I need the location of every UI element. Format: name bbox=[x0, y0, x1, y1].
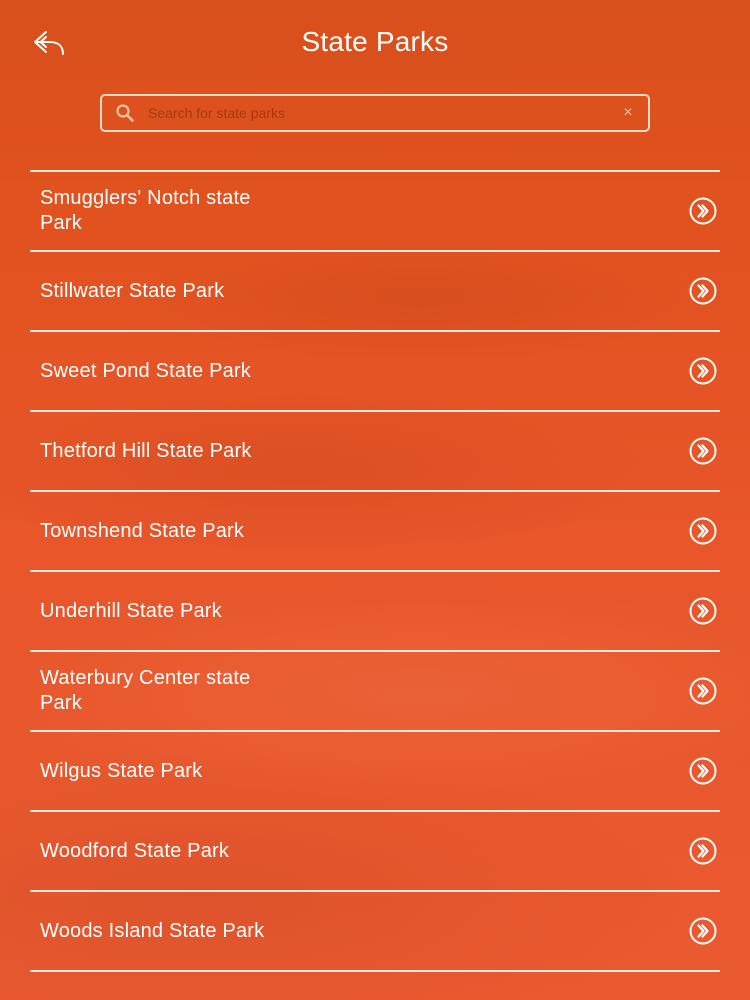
park-name: Smugglers' Notch state Park bbox=[40, 187, 251, 234]
park-list-item[interactable]: Sweet Pond State Park bbox=[30, 332, 720, 412]
search-icon bbox=[114, 102, 136, 124]
park-list-item[interactable]: Woodford State Park bbox=[30, 812, 720, 892]
park-list-item[interactable]: Stillwater State Park bbox=[30, 252, 720, 332]
search-input[interactable] bbox=[148, 105, 616, 121]
park-name: Waterbury Center state Park bbox=[40, 667, 251, 714]
park-list-item[interactable]: Underhill State Park bbox=[30, 572, 720, 652]
parks-list: Smugglers' Notch state Park Stillwater S… bbox=[30, 170, 720, 972]
close-icon: × bbox=[623, 104, 633, 121]
chevron-double-right-icon bbox=[689, 597, 717, 625]
park-list-item[interactable]: Thetford Hill State Park bbox=[30, 412, 720, 492]
clear-search-button[interactable]: × bbox=[616, 101, 640, 125]
park-list-item[interactable]: Waterbury Center state Park bbox=[30, 652, 720, 732]
header: State Parks bbox=[0, 0, 750, 86]
park-name: Woodford State Park bbox=[40, 839, 230, 862]
chevron-double-right-icon bbox=[689, 437, 717, 465]
chevron-double-right-icon bbox=[689, 197, 717, 225]
park-name: Townshend State Park bbox=[40, 519, 245, 542]
park-list-item[interactable]: Smugglers' Notch state Park bbox=[30, 172, 720, 252]
search-bar[interactable]: × bbox=[100, 94, 650, 132]
park-name: Underhill State Park bbox=[40, 599, 222, 622]
park-name: Sweet Pond State Park bbox=[40, 359, 251, 382]
park-list-item[interactable]: Wilgus State Park bbox=[30, 732, 720, 812]
park-list-item[interactable]: Woods Island State Park bbox=[30, 892, 720, 972]
chevron-double-right-icon bbox=[689, 677, 717, 705]
park-name: Thetford Hill State Park bbox=[40, 439, 252, 462]
chevron-double-right-icon bbox=[689, 357, 717, 385]
park-list-item[interactable]: Townshend State Park bbox=[30, 492, 720, 572]
park-name: Stillwater State Park bbox=[40, 279, 225, 302]
page-title: State Parks bbox=[301, 26, 449, 57]
chevron-double-right-icon bbox=[689, 517, 717, 545]
chevron-double-right-icon bbox=[689, 277, 717, 305]
chevron-double-right-icon bbox=[689, 917, 717, 945]
chevron-double-right-icon bbox=[689, 837, 717, 865]
chevron-double-right-icon bbox=[689, 757, 717, 785]
park-name: Wilgus State Park bbox=[40, 759, 203, 782]
park-name: Woods Island State Park bbox=[40, 919, 265, 942]
